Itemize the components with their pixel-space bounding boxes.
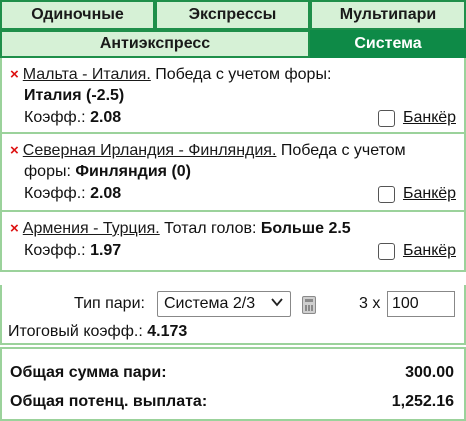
- stake-input[interactable]: 100: [387, 291, 455, 317]
- bet-type-row: Тип пари: Система 2/3 3 x 100: [2, 291, 466, 317]
- bet-description: × Армения - Турция. Тотал голов: Больше 2…: [10, 218, 456, 239]
- banker-toggle[interactable]: Банкёр: [377, 239, 456, 263]
- coef-text: Коэфф.: 1.97: [24, 239, 121, 263]
- market-text: Тотал голов:: [159, 220, 257, 237]
- bet-description: × Мальта - Италия. Победа с учетом форы:: [10, 64, 456, 85]
- banker-label[interactable]: Банкёр: [403, 106, 456, 130]
- bet-type-value: Система 2/3: [164, 295, 256, 312]
- bet-description-cont: форы: Финляндия (0): [10, 161, 456, 182]
- match-link[interactable]: Мальта - Италия.: [23, 66, 151, 83]
- bet-item: × Северная Ирландия - Финляндия. Победа с…: [0, 134, 466, 212]
- coef-row: Коэфф.: 2.08 Банкёр: [10, 182, 456, 206]
- bet-type-select[interactable]: Система 2/3: [157, 291, 291, 317]
- bets-list: × Мальта - Италия. Победа с учетом форы: …: [0, 58, 466, 272]
- tabs-row-1: Одиночные Экспрессы Мультипари: [0, 0, 466, 30]
- coef-label: Коэфф.:: [24, 242, 86, 259]
- market-text: Победа с учетом: [276, 142, 406, 159]
- total-coef-label: Итоговый коэфф.:: [8, 323, 143, 340]
- chevron-down-icon: [270, 295, 284, 312]
- tab-system[interactable]: Система: [310, 30, 466, 58]
- potential-payout-value: 1,252.16: [391, 393, 454, 410]
- bet-summary: Общая сумма пари: 300.00 Общая потенц. в…: [0, 347, 466, 421]
- tab-express[interactable]: Экспрессы: [155, 0, 310, 30]
- banker-checkbox[interactable]: [377, 242, 395, 260]
- total-coef: Итоговый коэфф.: 4.173: [8, 323, 187, 341]
- tab-antiexpress[interactable]: Антиэкспресс: [0, 30, 310, 58]
- coef-label: Коэфф.:: [24, 109, 86, 126]
- banker-checkbox[interactable]: [377, 185, 395, 203]
- bet-pick: Финляндия (0): [75, 163, 192, 180]
- coef-value: 2.08: [90, 109, 122, 126]
- calculator-icon[interactable]: [302, 296, 316, 314]
- coef-row: Коэфф.: 2.08 Банкёр: [10, 106, 456, 130]
- total-stake-value: 300.00: [405, 364, 454, 381]
- banker-toggle[interactable]: Банкёр: [377, 106, 456, 130]
- coef-value: 1.97: [90, 242, 122, 259]
- bet-description: × Северная Ирландия - Финляндия. Победа с…: [10, 140, 456, 161]
- coef-text: Коэфф.: 2.08: [24, 182, 121, 206]
- coef-text: Коэфф.: 2.08: [24, 106, 121, 130]
- remove-bet-icon[interactable]: ×: [10, 142, 19, 159]
- tabs-row-2: Антиэкспресс Система: [0, 30, 466, 58]
- banker-label[interactable]: Банкёр: [403, 239, 456, 263]
- market-text: Победа с учетом форы:: [150, 66, 332, 83]
- banker-label[interactable]: Банкёр: [403, 182, 456, 206]
- remove-bet-icon[interactable]: ×: [10, 220, 19, 237]
- multiplier-label: 3 x: [359, 295, 381, 312]
- system-settings: Тип пари: Система 2/3 3 x 100 Итоговый к…: [0, 285, 466, 345]
- bet-item: × Армения - Турция. Тотал голов: Больше 2…: [0, 212, 466, 272]
- market-text-cont: форы:: [24, 163, 71, 180]
- tab-singles[interactable]: Одиночные: [0, 0, 155, 30]
- bet-slip: Одиночные Экспрессы Мультипари Антиэкспр…: [0, 0, 466, 421]
- potential-payout-row: Общая потенц. выплата: 1,252.16: [10, 393, 454, 411]
- banker-checkbox[interactable]: [377, 109, 395, 127]
- total-coef-value: 4.173: [147, 323, 188, 340]
- coef-label: Коэфф.:: [24, 185, 86, 202]
- remove-bet-icon[interactable]: ×: [10, 66, 19, 83]
- match-link[interactable]: Северная Ирландия - Финляндия.: [23, 142, 277, 159]
- tab-multibet[interactable]: Мультипари: [310, 0, 466, 30]
- total-stake-row: Общая сумма пари: 300.00: [10, 364, 454, 382]
- total-stake-label: Общая сумма пари:: [10, 364, 167, 381]
- bet-pick: Больше 2.5: [260, 220, 351, 237]
- match-link[interactable]: Армения - Турция.: [23, 220, 160, 237]
- bet-item: × Мальта - Италия. Победа с учетом форы: …: [0, 58, 466, 134]
- bet-pick: Италия (-2.5): [24, 87, 125, 104]
- banker-toggle[interactable]: Банкёр: [377, 182, 456, 206]
- potential-payout-label: Общая потенц. выплата:: [10, 393, 208, 410]
- coef-row: Коэфф.: 1.97 Банкёр: [10, 239, 456, 263]
- coef-value: 2.08: [90, 185, 122, 202]
- bet-type-label: Тип пари:: [74, 295, 145, 312]
